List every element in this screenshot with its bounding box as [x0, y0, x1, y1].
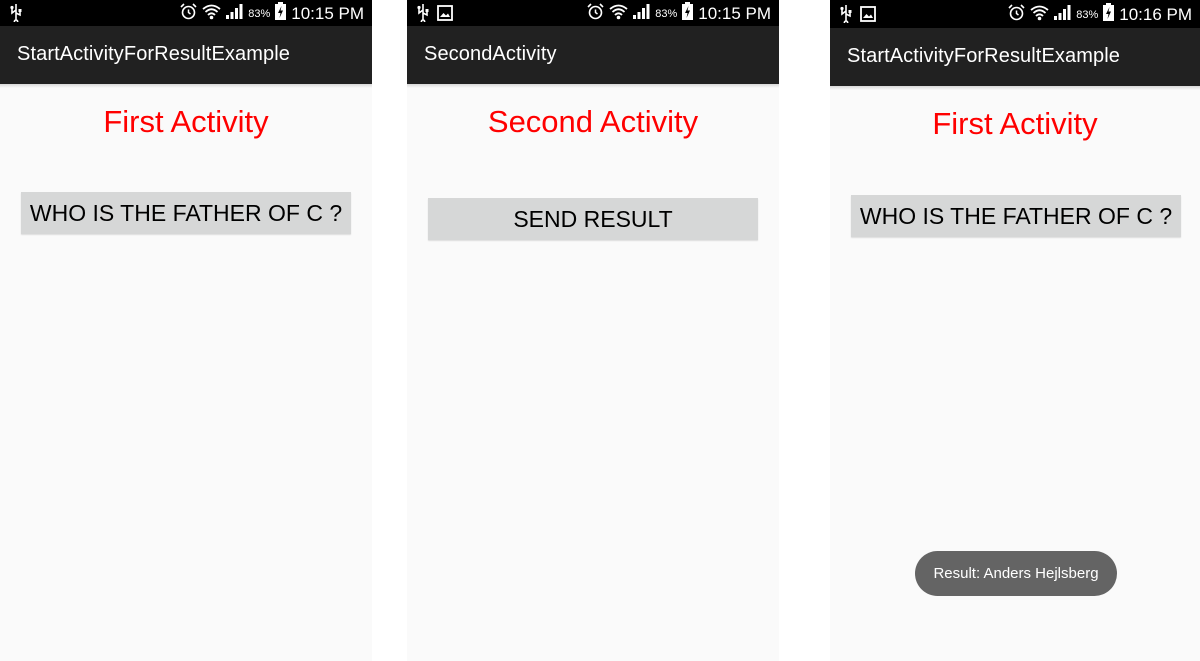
- usb-icon: [840, 5, 852, 28]
- alarm-icon: [180, 2, 197, 25]
- wifi-icon: [609, 3, 628, 25]
- status-time: 10:15 PM: [698, 3, 771, 23]
- alarm-icon: [587, 2, 604, 25]
- status-bar: 83% 10:16 PM: [830, 0, 1200, 28]
- status-time: 10:16 PM: [1119, 4, 1192, 24]
- status-time: 10:15 PM: [291, 3, 364, 23]
- phone-screen-first-activity-result: 83% 10:16 PM StartActivityForResultExamp…: [830, 0, 1200, 661]
- action-bar: StartActivityForResultExample: [830, 28, 1200, 86]
- usb-icon: [10, 4, 22, 27]
- app-title: StartActivityForResultExample: [847, 45, 1120, 67]
- question-button[interactable]: WHO IS THE FATHER OF C ?: [851, 195, 1181, 237]
- battery-charging-icon: [275, 2, 287, 25]
- usb-icon: [417, 4, 429, 27]
- status-bar: 83% 10:15 PM: [0, 0, 372, 26]
- result-toast: Result: Anders Hejlsberg: [915, 551, 1117, 596]
- send-result-button[interactable]: SEND RESULT: [428, 198, 758, 240]
- image-icon: [860, 6, 876, 27]
- activity-heading: Second Activity: [487, 104, 699, 139]
- battery-charging-icon: [682, 2, 694, 25]
- action-bar: SecondActivity: [407, 26, 779, 84]
- status-bar: 83% 10:15 PM: [407, 0, 779, 26]
- action-bar-shadow: [830, 86, 1200, 90]
- app-title: StartActivityForResultExample: [17, 43, 290, 65]
- action-bar-shadow: [407, 84, 779, 88]
- battery-charging-icon: [1103, 3, 1115, 26]
- battery-percent: 83%: [1076, 8, 1099, 21]
- activity-heading: First Activity: [103, 104, 269, 139]
- action-bar: StartActivityForResultExample: [0, 26, 372, 84]
- wifi-icon: [202, 3, 221, 25]
- alarm-icon: [1008, 3, 1025, 26]
- signal-icon: [633, 3, 650, 24]
- question-button[interactable]: WHO IS THE FATHER OF C ?: [21, 192, 351, 234]
- battery-percent: 83%: [655, 7, 678, 20]
- battery-percent: 83%: [248, 7, 271, 20]
- app-title: SecondActivity: [424, 43, 557, 65]
- image-icon: [437, 5, 453, 26]
- signal-icon: [1054, 4, 1071, 25]
- action-bar-shadow: [0, 84, 372, 88]
- activity-heading: First Activity: [932, 106, 1098, 141]
- phone-screen-first-activity: 83% 10:15 PM StartActivityForResultExamp…: [0, 0, 372, 661]
- signal-icon: [226, 3, 243, 24]
- phone-screen-second-activity: 83% 10:15 PM SecondActivity Second Activ…: [407, 0, 779, 661]
- wifi-icon: [1030, 4, 1049, 26]
